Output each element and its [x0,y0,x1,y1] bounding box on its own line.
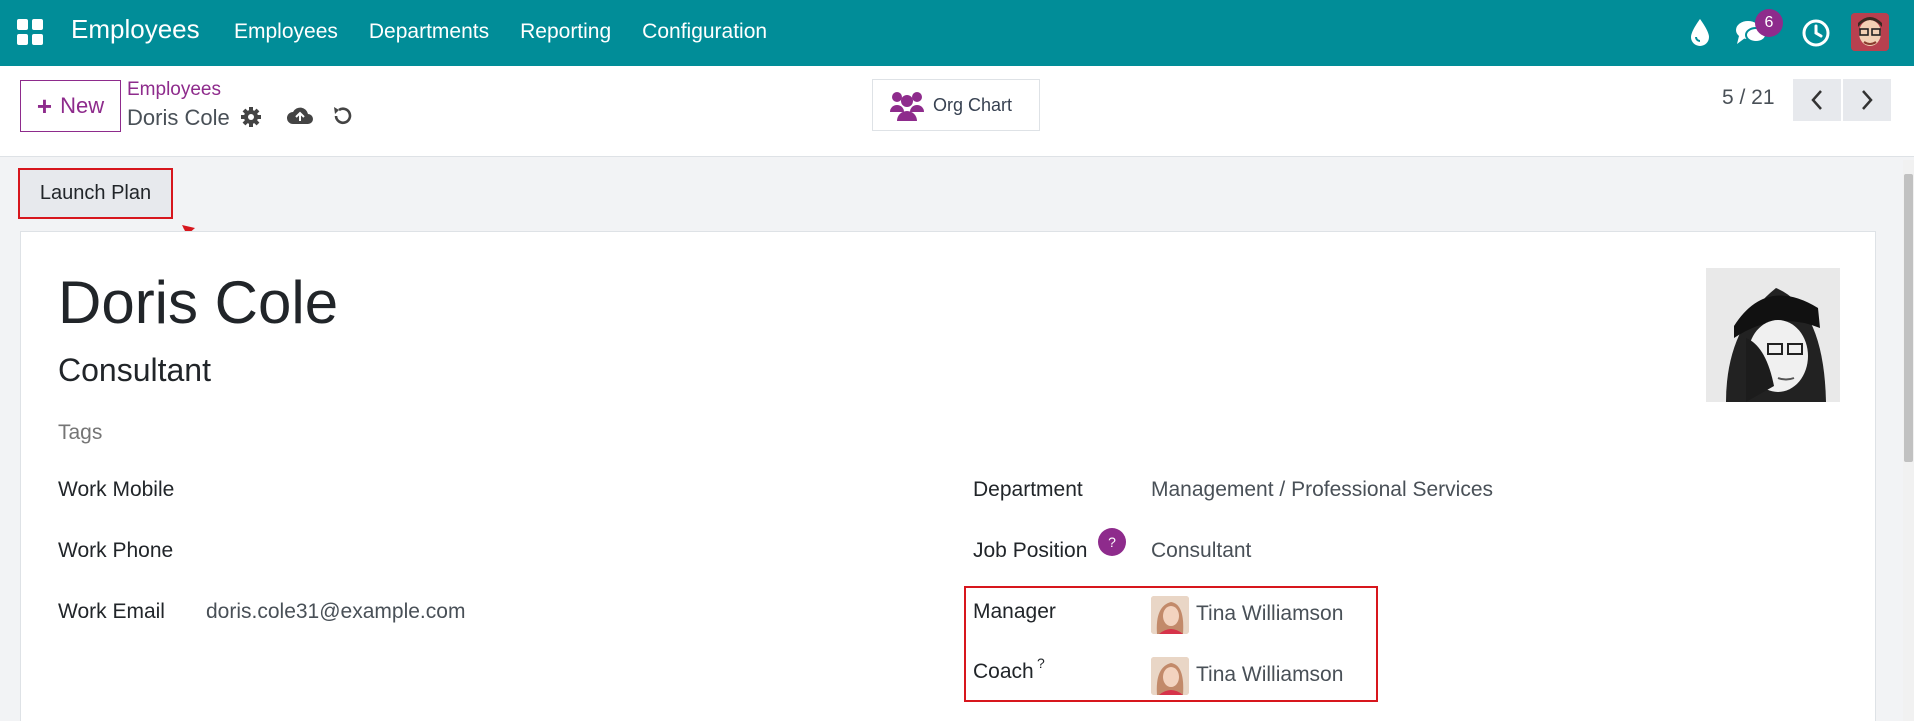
manager-label: Manager [973,600,1056,623]
menu-item-configuration[interactable]: Configuration [642,20,767,44]
launch-plan-button[interactable]: Launch Plan [18,168,173,219]
breadcrumb-employees[interactable]: Employees [127,79,221,101]
employee-job-title[interactable]: Consultant [58,352,211,389]
cloud-upload-icon[interactable] [286,104,314,128]
work-email-field[interactable]: doris.cole31@example.com [206,600,465,624]
chat-count-badge: 6 [1755,9,1783,37]
employee-name[interactable]: Doris Cole [58,268,338,337]
org-chart-button[interactable]: Org Chart [872,79,1040,131]
control-panel: + New Employees Doris Cole Org Chart 5 /… [0,66,1914,157]
scrollbar[interactable] [1903,160,1914,721]
top-navbar: Employees Employees Departments Reportin… [0,0,1914,66]
user-avatar[interactable] [1851,13,1889,51]
employee-photo[interactable] [1706,268,1840,402]
employee-form-sheet: Doris Cole Consultant Work Mobile Work P… [20,231,1876,721]
menu-item-employees[interactable]: Employees [234,20,338,44]
menu-item-departments[interactable]: Departments [369,20,489,44]
main-menu: Employees Departments Reporting Configur… [234,20,767,44]
work-mobile-label: Work Mobile [58,478,175,501]
coach-label: Coach [973,660,1034,683]
coach-field[interactable]: Tina Williamson [1196,663,1343,687]
manager-avatar [1151,596,1189,634]
work-phone-label: Work Phone [58,539,174,562]
clock-icon[interactable] [1801,18,1831,48]
gear-icon[interactable] [240,106,262,128]
org-chart-label: Org Chart [933,94,1013,115]
discard-icon[interactable] [331,104,355,128]
manager-field[interactable]: Tina Williamson [1196,602,1343,626]
plus-icon: + [36,91,53,121]
work-email-label: Work Email [58,600,165,623]
job-position-label: Job Position [973,539,1088,562]
department-field[interactable]: Management / Professional Services [1151,478,1493,502]
new-button-label: New [60,93,105,118]
drop-icon[interactable] [1688,17,1712,47]
apps-grid-icon[interactable] [17,19,43,45]
breadcrumb-current: Doris Cole [127,105,230,130]
chevron-left-icon [1811,90,1822,110]
scrollbar-thumb[interactable] [1904,174,1913,462]
job-position-field[interactable]: Consultant [1151,539,1251,563]
help-icon[interactable]: ? [1098,528,1126,556]
tags-input[interactable] [58,421,358,445]
users-icon [890,92,924,121]
department-label: Department [973,478,1083,501]
coach-avatar [1151,657,1189,695]
chevron-right-icon [1862,90,1873,110]
app-brand[interactable]: Employees [71,14,200,45]
pager-next-button[interactable] [1843,79,1891,121]
menu-item-reporting[interactable]: Reporting [520,20,611,44]
pager-value[interactable]: 5 / 21 [1722,86,1775,110]
coach-help-icon[interactable]: ? [1037,655,1045,671]
new-button[interactable]: + New [20,80,121,132]
pager-previous-button[interactable] [1793,79,1841,121]
